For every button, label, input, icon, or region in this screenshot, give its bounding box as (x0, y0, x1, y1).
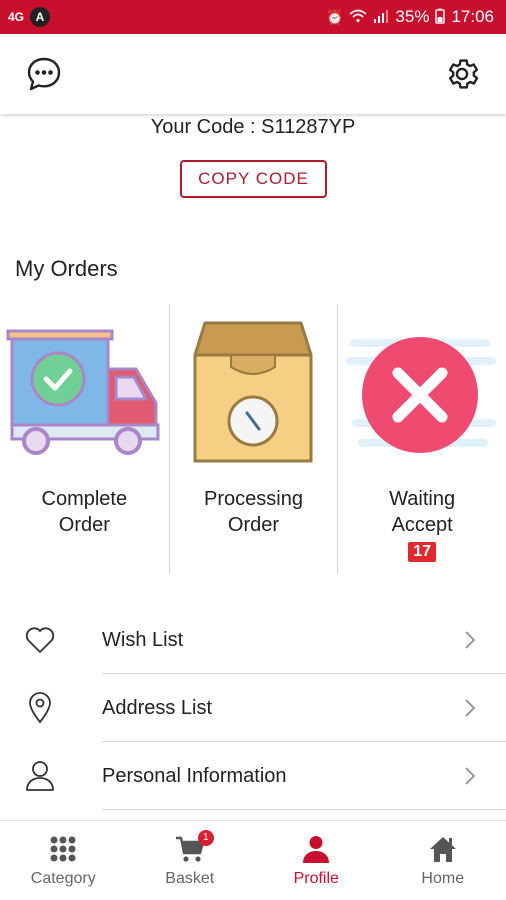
orders-title: My Orders (15, 256, 118, 281)
battery-icon (435, 8, 446, 27)
clock: 17:06 (451, 7, 494, 26)
status-bar: 4G A ⏰ 35% 17:06 (0, 0, 506, 34)
nav-label: Profile (293, 869, 339, 887)
label-line: Order (227, 514, 280, 536)
label-line: Waiting (389, 488, 456, 510)
app-notification-icon: A (30, 7, 51, 27)
divider (102, 809, 506, 810)
status-right: ⏰ 35% 17:06 (326, 7, 494, 27)
menu-item-address-list[interactable]: Address List (0, 674, 506, 742)
label-line: Accept (391, 514, 453, 536)
processing-order-label: Processing Order (178, 486, 328, 538)
chevron-right-icon (464, 630, 480, 650)
person-icon (22, 758, 58, 794)
wifi-icon (349, 9, 368, 26)
orders-row: Complete Order Processing Order Waiting … (0, 304, 506, 574)
user-code: Your Code : S11287YP (150, 116, 356, 138)
chevron-right-icon (464, 766, 480, 786)
nav-label: Home (421, 869, 465, 887)
nav-profile[interactable]: Profile (253, 821, 380, 900)
signal-icon (373, 9, 389, 26)
label-line: Order (58, 514, 110, 536)
app-bar (0, 34, 506, 114)
profile-menu: Wish List Address List Personal Informat… (0, 606, 506, 810)
complete-order-label: Complete Order (9, 486, 159, 538)
label-line: Complete (41, 488, 128, 510)
cart-count-badge: 1 (197, 829, 214, 846)
heart-icon (22, 622, 58, 658)
label-line: Processing (204, 488, 303, 510)
processing-order-tile[interactable]: Processing Order (168, 304, 338, 574)
alarm-icon: ⏰ (325, 8, 344, 25)
cancel-circle-icon (342, 314, 502, 474)
person-filled-icon (300, 834, 332, 864)
chevron-right-icon (464, 698, 480, 718)
chat-bubble-icon[interactable] (24, 54, 64, 94)
menu-item-label: Address List (102, 696, 213, 719)
nav-home[interactable]: Home (380, 821, 506, 900)
status-left: 4G A (8, 7, 51, 27)
location-pin-icon (22, 690, 58, 726)
menu-item-personal-information[interactable]: Personal Information (0, 742, 506, 810)
gear-icon[interactable] (442, 54, 482, 94)
box-clock-icon (173, 314, 333, 474)
copy-code-button[interactable]: COPY CODE (180, 160, 327, 198)
nav-category[interactable]: Category (0, 821, 127, 900)
nav-label: Basket (165, 869, 215, 887)
cart-icon: 1 (174, 829, 214, 864)
menu-item-label: Wish List (102, 628, 184, 651)
grid-icon (47, 834, 79, 864)
waiting-count-badge: 17 (408, 542, 437, 562)
waiting-accept-tile[interactable]: Waiting Accept 17 (337, 304, 506, 574)
bottom-nav: Category 1 Basket Profile Home (0, 820, 506, 900)
network-indicator: 4G (8, 10, 25, 24)
nav-label: Category (30, 869, 96, 887)
complete-order-tile[interactable]: Complete Order (0, 304, 169, 574)
home-icon (427, 834, 459, 864)
battery-percent: 35% (395, 7, 430, 26)
nav-basket[interactable]: 1 Basket (127, 821, 254, 900)
menu-item-wish-list[interactable]: Wish List (0, 606, 506, 674)
delivery-truck-icon (4, 314, 164, 474)
menu-item-label: Personal Information (102, 764, 287, 787)
waiting-accept-label: Waiting Accept (347, 486, 497, 538)
